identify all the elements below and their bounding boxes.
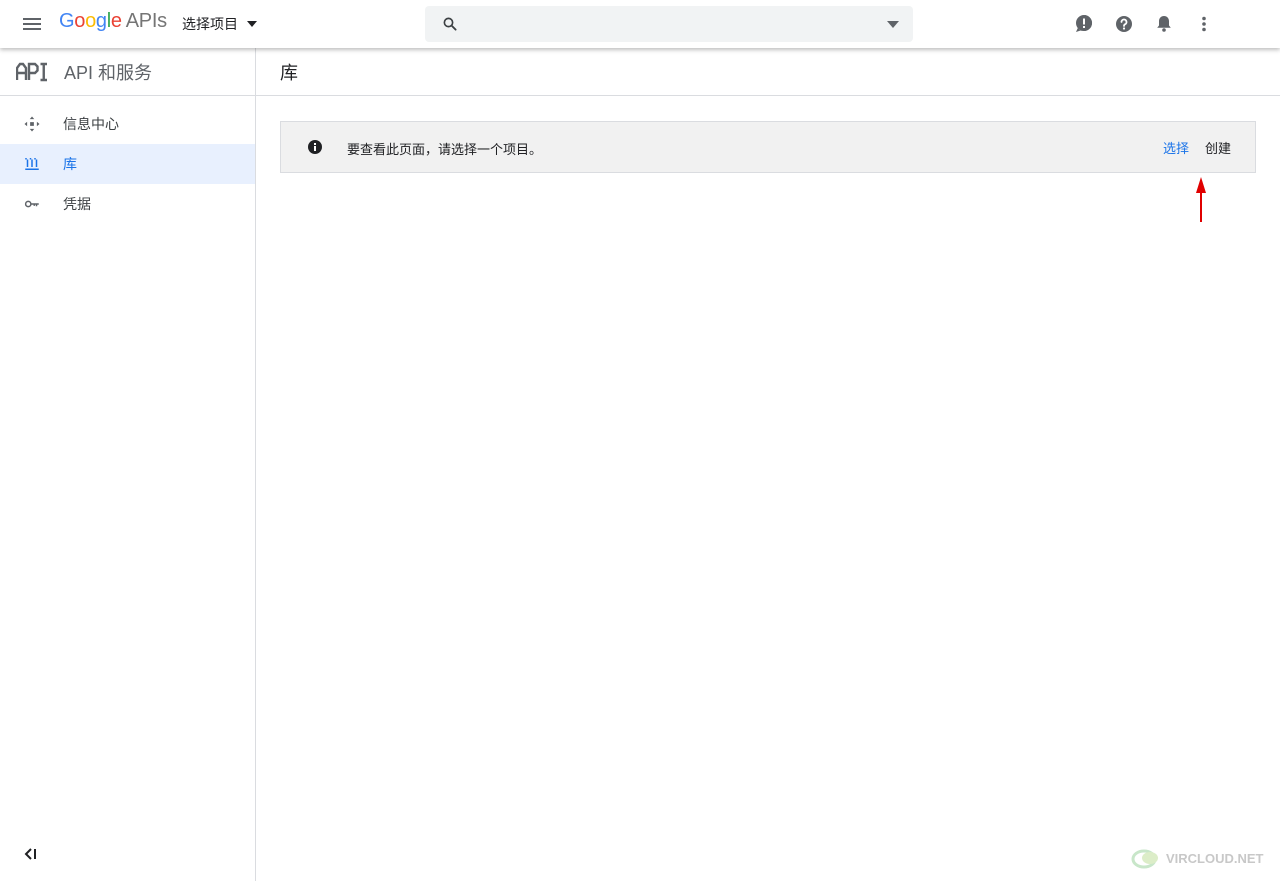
watermark: VIRCLOUD.NET: [1131, 846, 1264, 870]
sidebar: API 和服务 信息中心 库 凭据: [0, 48, 256, 881]
vircloud-logo-icon: [1131, 849, 1158, 869]
main-content: 库 要查看此页面，请选择一个项目。 选择 创建: [256, 48, 1280, 881]
help-icon[interactable]: [1112, 12, 1136, 36]
sidebar-item-dashboard[interactable]: 信息中心: [0, 104, 255, 144]
search-icon: [443, 17, 457, 31]
dashboard-icon: [24, 116, 40, 132]
notifications-icon[interactable]: [1152, 12, 1176, 36]
more-vert-icon[interactable]: [1192, 12, 1216, 36]
top-app-bar: Google APIs 选择项目: [0, 0, 1280, 48]
key-icon: [24, 200, 39, 208]
sidebar-header: API 和服务: [0, 48, 255, 96]
sidebar-item-label: 库: [63, 156, 77, 172]
main-header: 库: [256, 48, 1280, 96]
sidebar-nav: 信息中心 库 凭据: [0, 104, 255, 224]
sidebar-item-label: 凭据: [63, 196, 91, 212]
api-logo-icon: [16, 62, 47, 81]
select-project-notice: 要查看此页面，请选择一个项目。 选择 创建: [280, 121, 1256, 173]
annotation-arrow-icon: [1196, 177, 1206, 222]
create-project-button[interactable]: 创建: [1205, 138, 1231, 157]
watermark-text: VIRCLOUD.NET: [1166, 850, 1264, 866]
page-title: 库: [280, 62, 298, 83]
search-bar[interactable]: [425, 6, 913, 42]
google-apis-logo[interactable]: Google APIs: [59, 10, 167, 33]
feedback-icon[interactable]: [1072, 12, 1096, 36]
project-picker[interactable]: 选择项目: [182, 12, 257, 36]
caret-down-icon: [247, 21, 257, 27]
library-icon: [25, 158, 39, 170]
collapse-sidebar-icon[interactable]: [22, 844, 42, 864]
sidebar-item-library[interactable]: 库: [0, 144, 255, 184]
sidebar-item-credentials[interactable]: 凭据: [0, 184, 255, 224]
select-project-button[interactable]: 选择: [1163, 138, 1189, 157]
info-icon: [308, 140, 322, 154]
project-picker-label: 选择项目: [182, 16, 238, 32]
notice-message: 要查看此页面，请选择一个项目。: [347, 142, 543, 157]
sidebar-item-label: 信息中心: [63, 116, 119, 132]
menu-icon[interactable]: [20, 12, 44, 36]
search-dropdown-icon[interactable]: [887, 21, 899, 28]
search-input[interactable]: [469, 6, 869, 42]
sidebar-title: API 和服务: [64, 62, 153, 83]
